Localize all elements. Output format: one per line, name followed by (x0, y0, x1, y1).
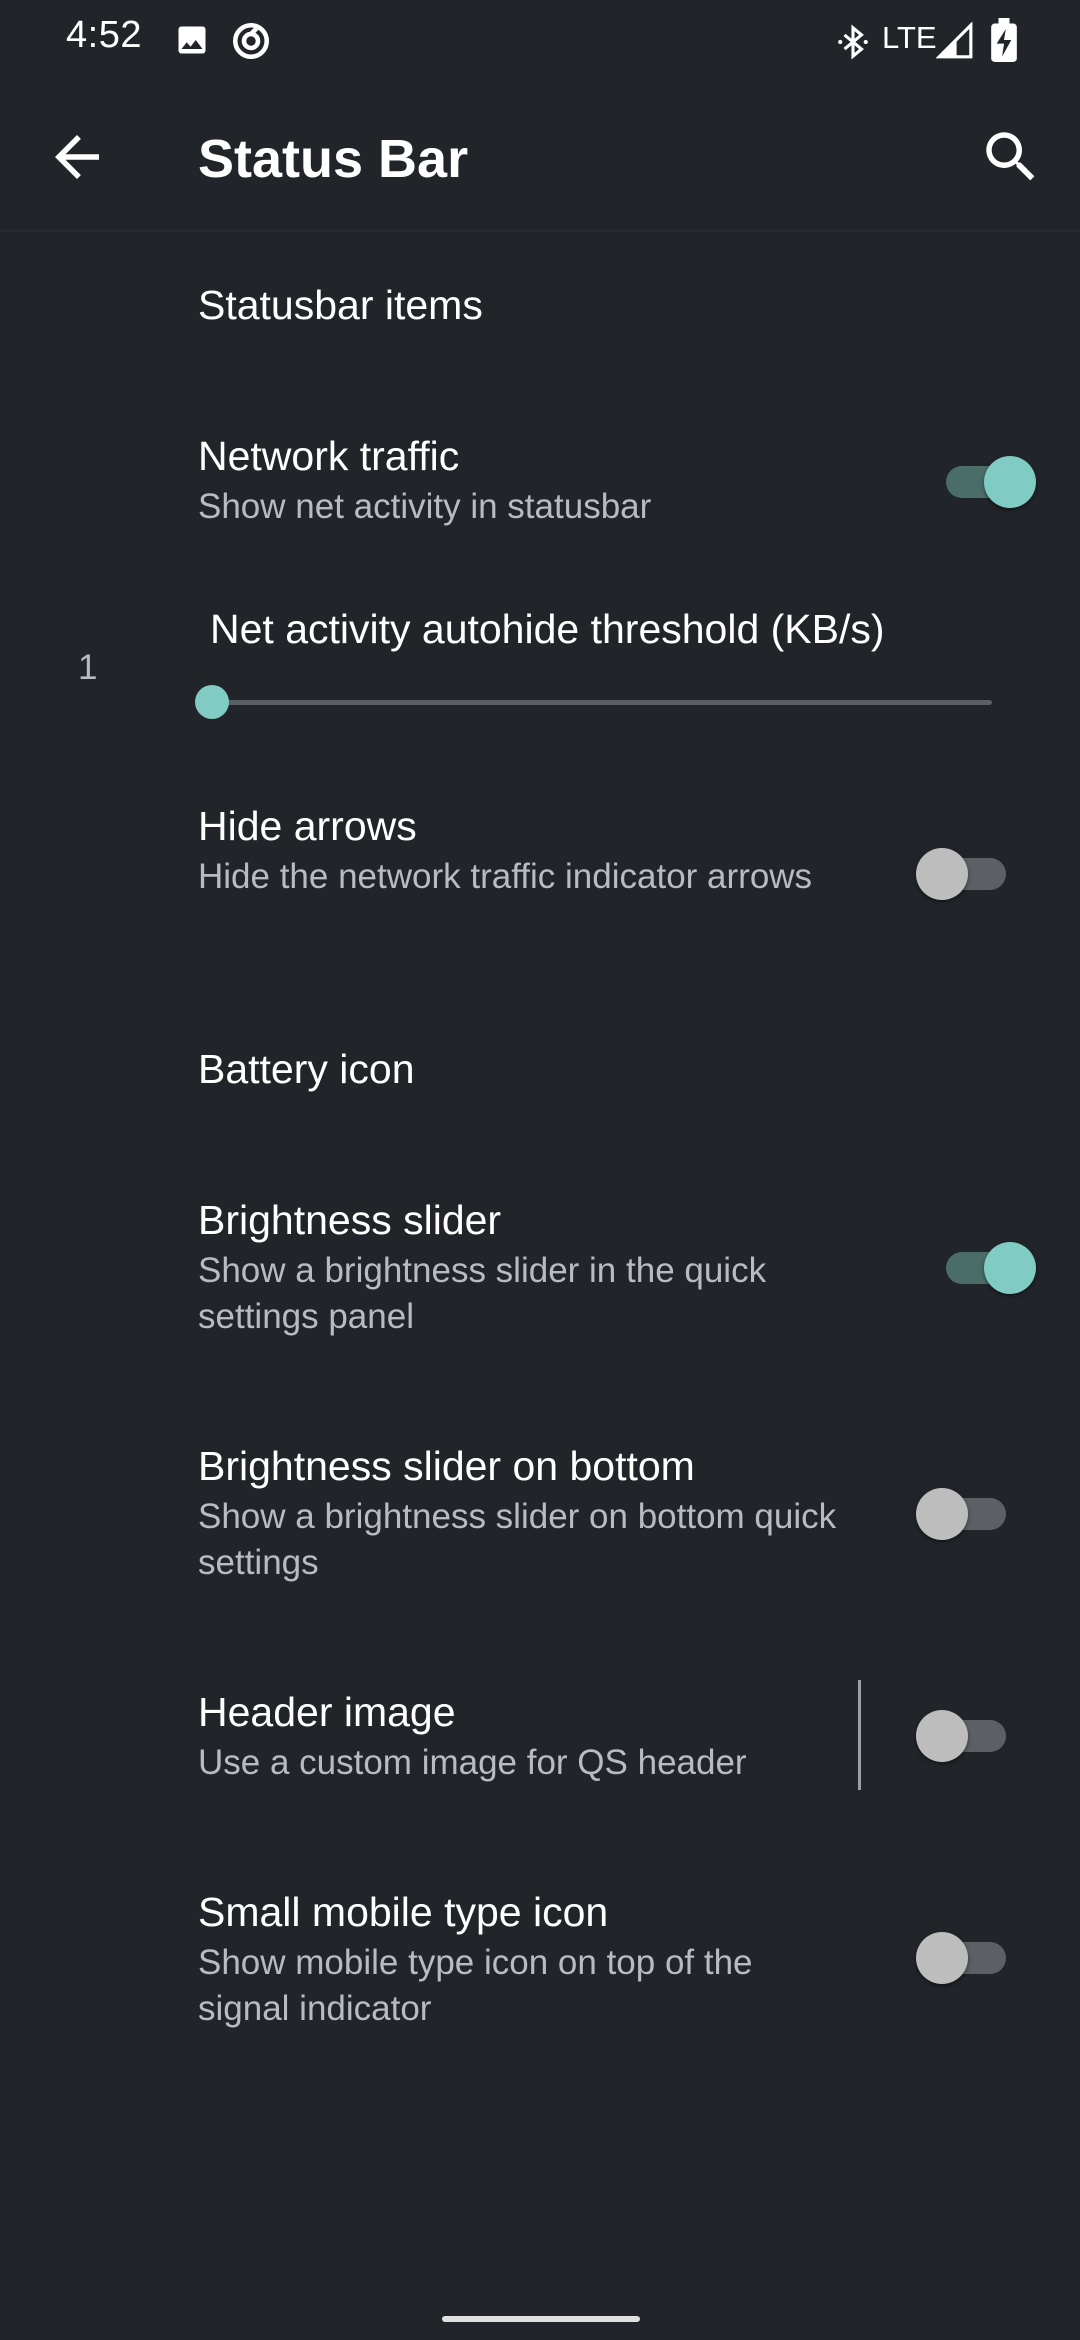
toggle-thumb (984, 1242, 1036, 1294)
setting-summary: Hide the network traffic indicator arrow… (198, 857, 813, 896)
vertical-divider (858, 1680, 861, 1790)
toggle-thumb (984, 456, 1036, 508)
setting-summary: Show a brightness slider in the quick se… (198, 1251, 767, 1336)
gesture-navigation-bar[interactable] (442, 2316, 640, 2322)
sync-icon (232, 22, 270, 60)
setting-statusbar-items[interactable]: Statusbar items (198, 282, 1080, 329)
setting-summary: Use a custom image for QS header (198, 1743, 747, 1782)
search-icon[interactable] (978, 124, 1044, 190)
setting-summary: Show net activity in statusbar (198, 487, 652, 526)
setting-summary: Show mobile type icon on top of the sign… (198, 1943, 753, 2028)
setting-battery-icon[interactable]: Battery icon (198, 1046, 1080, 1093)
setting-title: Brightness slider (198, 1197, 502, 1243)
toggle-thumb (916, 1710, 968, 1762)
brightness-slider-bottom-toggle[interactable] (916, 1488, 1016, 1540)
toggle-thumb (916, 1488, 968, 1540)
brightness-slider-toggle[interactable] (936, 1242, 1036, 1294)
app-bar: Status Bar (0, 80, 1080, 232)
setting-title: Statusbar items (198, 282, 483, 328)
threshold-slider-thumb[interactable] (195, 685, 229, 719)
network-traffic-toggle[interactable] (936, 456, 1036, 508)
toggle-thumb (916, 848, 968, 900)
setting-title: Hide arrows (198, 803, 417, 849)
system-status-bar: 4:52 LTE (0, 0, 1080, 80)
threshold-slider-track[interactable] (212, 700, 992, 705)
status-time: 4:52 (66, 14, 142, 56)
header-image-toggle[interactable] (916, 1710, 1016, 1762)
network-type-label: LTE (882, 20, 937, 55)
threshold-value: 1 (78, 648, 98, 687)
signal-icon (936, 22, 973, 59)
threshold-title: Net activity autohide threshold (KB/s) (210, 606, 885, 652)
battery-charging-icon (991, 18, 1017, 62)
toggle-thumb (916, 1932, 968, 1984)
image-icon (178, 26, 206, 54)
bluetooth-icon (838, 24, 868, 60)
setting-summary: Show a brightness slider on bottom quick… (198, 1497, 837, 1582)
setting-title: Brightness slider on bottom (198, 1443, 695, 1489)
page-title: Status Bar (198, 129, 469, 189)
hide-arrows-toggle[interactable] (916, 848, 1016, 900)
arrow-back-icon[interactable] (44, 124, 110, 190)
setting-title: Battery icon (198, 1046, 415, 1092)
small-mobile-type-icon-toggle[interactable] (916, 1932, 1016, 1984)
